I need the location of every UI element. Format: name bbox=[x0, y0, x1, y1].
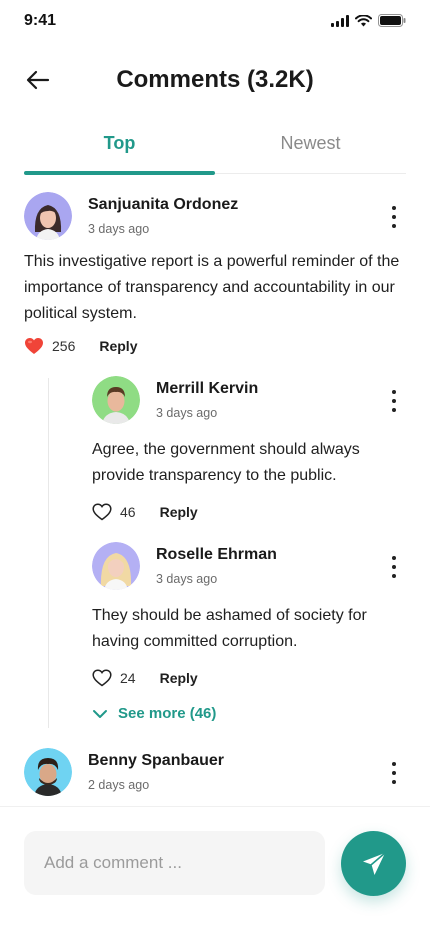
battery-icon bbox=[378, 14, 406, 27]
comment-actions: 256 Reply bbox=[24, 335, 137, 357]
tab-newest[interactable]: Newest bbox=[215, 126, 406, 172]
reply-button[interactable]: Reply bbox=[99, 338, 137, 354]
comment-time: 2 days ago bbox=[88, 778, 150, 792]
avatar-image bbox=[92, 376, 140, 424]
status-bar: 9:41 bbox=[0, 0, 430, 44]
comment-author[interactable]: Roselle Ehrman bbox=[156, 546, 277, 564]
more-dots-icon bbox=[392, 556, 396, 560]
comment-author[interactable]: Merrill Kervin bbox=[156, 380, 258, 398]
header: Comments (3.2K) bbox=[0, 56, 430, 104]
comment-text: They should be ashamed of society for ha… bbox=[92, 607, 367, 650]
reply-comment: Merrill Kervin 3 days ago Agree, the gov… bbox=[92, 376, 406, 526]
like-count: 24 bbox=[120, 670, 136, 686]
heart-filled-icon bbox=[25, 338, 43, 354]
more-options-button[interactable] bbox=[387, 762, 401, 784]
send-button[interactable] bbox=[341, 831, 406, 896]
reply-comment: Roselle Ehrman 3 days ago They should be… bbox=[92, 542, 406, 692]
page-title: Comments (3.2K) bbox=[116, 66, 314, 93]
more-dots-icon bbox=[392, 390, 396, 394]
like-button[interactable]: 46 bbox=[92, 503, 136, 521]
reply-button[interactable]: Reply bbox=[160, 670, 198, 686]
like-count: 46 bbox=[120, 504, 136, 520]
more-options-button[interactable] bbox=[387, 206, 401, 228]
wifi-icon bbox=[355, 14, 372, 26]
tab-bar: Top Newest bbox=[24, 126, 406, 175]
status-icons bbox=[331, 14, 406, 27]
comment-author[interactable]: Benny Spanbauer bbox=[88, 752, 224, 770]
more-dots-icon bbox=[392, 206, 396, 210]
comment-actions: 46 Reply bbox=[92, 501, 198, 523]
avatar-image bbox=[92, 542, 140, 590]
chevron-down-icon bbox=[93, 709, 107, 718]
avatar[interactable] bbox=[24, 748, 72, 796]
comment-actions: 24 Reply bbox=[92, 667, 198, 689]
active-tab-indicator bbox=[24, 171, 215, 175]
status-time: 9:41 bbox=[24, 12, 57, 29]
see-more-label: See more (46) bbox=[118, 705, 217, 722]
reply-thread-line bbox=[48, 378, 49, 728]
avatar[interactable] bbox=[24, 192, 72, 240]
comment-time: 3 days ago bbox=[88, 222, 150, 236]
tab-top[interactable]: Top bbox=[24, 126, 215, 172]
comment-input[interactable] bbox=[24, 831, 325, 895]
comment: Sanjuanita Ordonez 3 days ago This inves… bbox=[24, 192, 406, 362]
comment-text: Agree, the government should always prov… bbox=[92, 441, 360, 484]
comment-time: 3 days ago bbox=[156, 406, 218, 420]
cellular-signal-icon bbox=[331, 14, 349, 27]
avatar-image bbox=[24, 192, 72, 240]
avatar[interactable] bbox=[92, 542, 140, 590]
reply-button[interactable]: Reply bbox=[160, 504, 198, 520]
like-count: 256 bbox=[52, 338, 76, 354]
comment-time: 3 days ago bbox=[156, 572, 218, 586]
composer-divider bbox=[0, 806, 430, 807]
heart-outline-icon bbox=[92, 669, 112, 687]
avatar-image bbox=[24, 748, 72, 796]
like-button[interactable]: 24 bbox=[92, 669, 136, 687]
comment-author[interactable]: Sanjuanita Ordonez bbox=[88, 196, 238, 214]
more-dots-icon bbox=[392, 762, 396, 766]
avatar[interactable] bbox=[92, 376, 140, 424]
more-options-button[interactable] bbox=[387, 390, 401, 412]
comment: Benny Spanbauer 2 days ago bbox=[24, 748, 406, 804]
more-options-button[interactable] bbox=[387, 556, 401, 578]
comment-text: This investigative report is a powerful … bbox=[24, 253, 400, 322]
like-button[interactable]: 256 bbox=[24, 337, 75, 355]
heart-outline-icon bbox=[92, 503, 112, 521]
see-more-replies-button[interactable]: See more (46) bbox=[92, 705, 216, 722]
send-icon bbox=[362, 851, 386, 875]
